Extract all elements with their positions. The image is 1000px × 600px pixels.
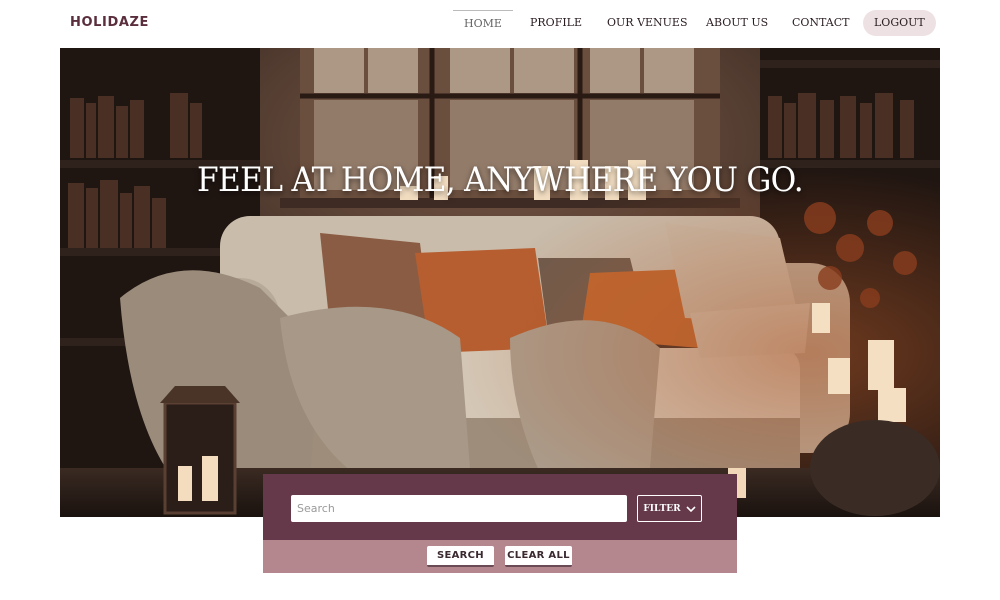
nav-logout-button[interactable]: LOGOUT — [863, 10, 936, 36]
nav-home[interactable]: HOME — [453, 10, 513, 36]
filter-button[interactable]: FILTER — [637, 495, 702, 522]
site-logo[interactable]: HOLIDAZE — [70, 15, 149, 30]
search-input[interactable] — [291, 495, 627, 522]
nav-about-us[interactable]: ABOUT US — [706, 10, 768, 36]
hero-image — [60, 48, 940, 517]
search-panel: FILTER SEARCH CLEAR ALL — [263, 474, 737, 573]
nav-profile[interactable]: PROFILE — [530, 10, 582, 36]
chevron-down-icon — [686, 505, 696, 512]
search-button[interactable]: SEARCH — [427, 546, 494, 567]
hero-title: FEEL AT HOME, ANYWHERE YOU GO. — [197, 160, 804, 200]
nav-contact[interactable]: CONTACT — [792, 10, 850, 36]
filter-label: FILTER — [643, 503, 681, 514]
clear-all-button[interactable]: CLEAR ALL — [505, 546, 572, 567]
nav-our-venues[interactable]: OUR VENUES — [607, 10, 688, 36]
site-header: HOLIDAZE HOME PROFILE OUR VENUES ABOUT U… — [0, 0, 1000, 46]
hero-banner: FEEL AT HOME, ANYWHERE YOU GO. — [60, 48, 940, 517]
search-panel-bottom — [263, 540, 737, 573]
